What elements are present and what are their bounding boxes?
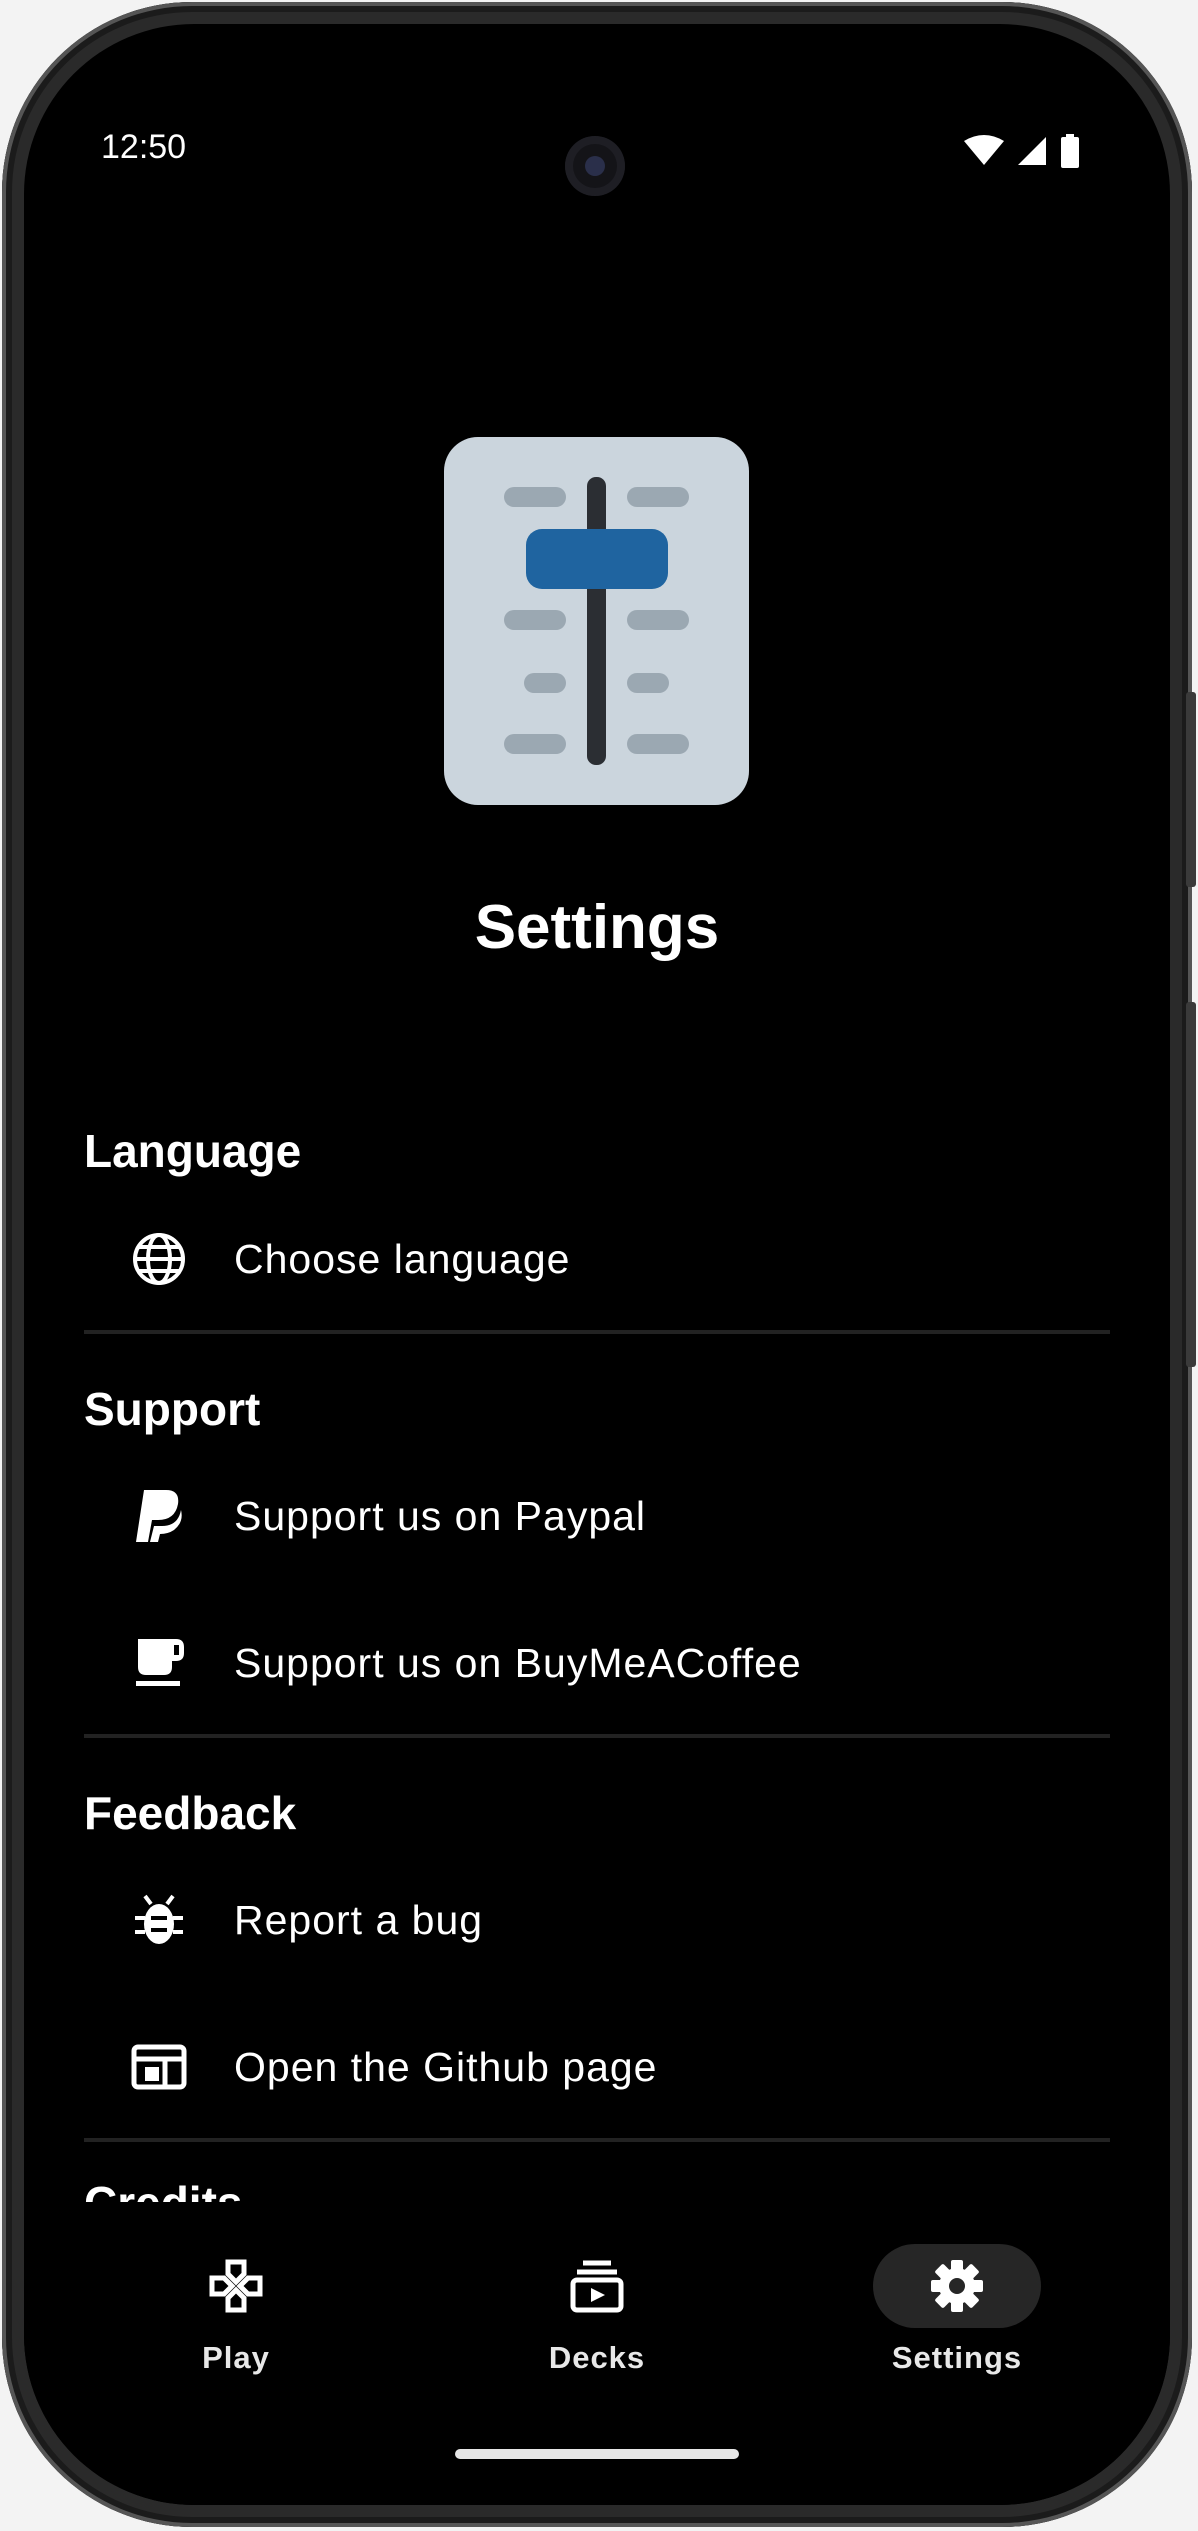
volume-button xyxy=(1186,692,1196,887)
settings-illustration-icon xyxy=(444,437,749,805)
paypal-item[interactable]: Support us on Paypal xyxy=(84,1461,1134,1571)
buymeacoffee-item[interactable]: Support us on BuyMeACoffee xyxy=(84,1608,1134,1718)
choose-language-label: Choose language xyxy=(234,1235,571,1282)
front-camera xyxy=(565,136,625,196)
bug-icon xyxy=(84,1892,234,1948)
section-title-language: Language xyxy=(84,1125,302,1177)
phone-frame: 12:50 Settings Language Choose language … xyxy=(2,2,1196,2527)
status-icons xyxy=(964,134,1080,168)
gamepad-icon xyxy=(209,2259,263,2313)
paypal-label: Support us on Paypal xyxy=(234,1492,647,1539)
wifi-icon xyxy=(964,135,1004,165)
gear-icon xyxy=(931,2260,983,2312)
paypal-icon xyxy=(84,1488,234,1544)
web-window-icon xyxy=(84,2044,234,2090)
choose-language-item[interactable]: Choose language xyxy=(84,1204,1134,1314)
section-title-feedback: Feedback xyxy=(84,1787,297,1839)
power-button xyxy=(1186,1002,1196,1367)
report-bug-label: Report a bug xyxy=(234,1896,484,1943)
nav-play-label: Play xyxy=(202,2340,270,2375)
github-page-label: Open the Github page xyxy=(234,2043,658,2090)
screen: 12:50 Settings Language Choose language … xyxy=(24,24,1170,2505)
nav-decks-label: Decks xyxy=(548,2340,646,2375)
coffee-icon xyxy=(84,1637,234,1689)
status-time: 12:50 xyxy=(101,128,187,166)
report-bug-item[interactable]: Report a bug xyxy=(84,1865,1134,1975)
signal-icon xyxy=(1018,137,1046,165)
bottom-navigation: Play Decks Settings xyxy=(24,2204,1170,2505)
buymeacoffee-label: Support us on BuyMeACoffee xyxy=(234,1639,802,1686)
deck-icon xyxy=(570,2260,624,2313)
nav-play-pill[interactable] xyxy=(152,2244,320,2328)
nav-settings-label: Settings xyxy=(891,2340,1023,2375)
globe-icon xyxy=(84,1231,234,1287)
battery-icon xyxy=(1061,134,1079,168)
nav-decks-pill[interactable] xyxy=(513,2244,681,2328)
nav-settings[interactable]: Settings xyxy=(807,2244,1107,2404)
page-title: Settings xyxy=(474,893,720,962)
divider xyxy=(84,1330,1110,1334)
nav-play[interactable]: Play xyxy=(86,2244,386,2404)
home-indicator[interactable] xyxy=(455,2449,739,2459)
nav-decks[interactable]: Decks xyxy=(447,2244,747,2404)
section-title-credits: Credits xyxy=(84,2176,242,2202)
github-page-item[interactable]: Open the Github page xyxy=(84,2012,1134,2122)
nav-settings-pill[interactable] xyxy=(873,2244,1041,2328)
divider xyxy=(84,1734,1110,1738)
divider xyxy=(84,2138,1110,2142)
section-title-support: Support xyxy=(84,1383,261,1435)
